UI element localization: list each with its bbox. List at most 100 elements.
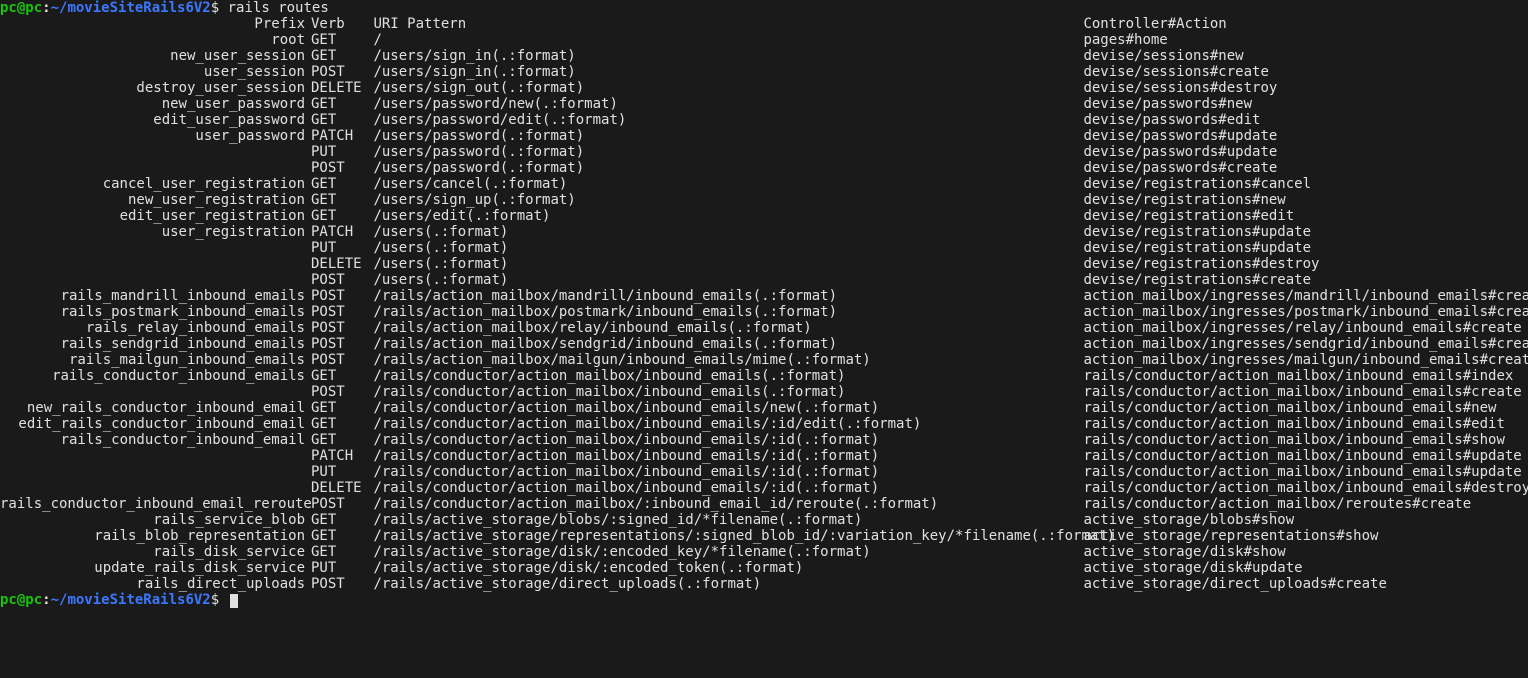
route-pattern: /users/sign_up(.:format) bbox=[373, 192, 1083, 208]
header-verb: Verb bbox=[311, 16, 365, 32]
route-prefix: edit_user_registration bbox=[0, 208, 305, 224]
route-pattern: /users(.:format) bbox=[373, 224, 1083, 240]
route-pattern: /rails/conductor/action_mailbox/inbound_… bbox=[373, 448, 1083, 464]
route-pattern: /rails/conductor/action_mailbox/inbound_… bbox=[373, 464, 1083, 480]
route-prefix: new_user_registration bbox=[0, 192, 305, 208]
route-verb: POST bbox=[311, 336, 365, 352]
prompt-colon: : bbox=[42, 592, 50, 608]
route-verb: GET bbox=[311, 176, 365, 192]
route-prefix: rails_sendgrid_inbound_emails bbox=[0, 336, 305, 352]
route-row: rails_conductor_inbound_email_reroutePOS… bbox=[0, 496, 1528, 512]
route-verb: PUT bbox=[311, 144, 365, 160]
route-action: devise/registrations#cancel bbox=[1083, 176, 1311, 192]
route-verb: POST bbox=[311, 384, 365, 400]
header-prefix: Prefix bbox=[0, 16, 305, 32]
route-prefix: edit_rails_conductor_inbound_email bbox=[0, 416, 305, 432]
route-pattern: /users(.:format) bbox=[373, 256, 1083, 272]
route-prefix: rails_blob_representation bbox=[0, 528, 305, 544]
route-action: active_storage/representations#show bbox=[1083, 528, 1378, 544]
route-verb: GET bbox=[311, 512, 365, 528]
route-row: cancel_user_registrationGET /users/cance… bbox=[0, 176, 1528, 192]
route-action: devise/registrations#edit bbox=[1083, 208, 1294, 224]
route-pattern: /rails/active_storage/disk/:encoded_toke… bbox=[373, 560, 1083, 576]
route-prefix: edit_user_password bbox=[0, 112, 305, 128]
route-verb: GET bbox=[311, 432, 365, 448]
route-row: rails_direct_uploadsPOST /rails/active_s… bbox=[0, 576, 1528, 592]
route-row: edit_user_registrationGET /users/edit(.:… bbox=[0, 208, 1528, 224]
route-prefix: new_user_session bbox=[0, 48, 305, 64]
route-prefix: rails_service_blob bbox=[0, 512, 305, 528]
terminal-window[interactable]: { "prompt": { "user_host": "pc@pc", "pat… bbox=[0, 0, 1528, 608]
route-verb: POST bbox=[311, 496, 365, 512]
route-row: edit_user_password GET /users/password/ed… bbox=[0, 112, 1528, 128]
route-row: rails_blob_representation GET /rails/acti… bbox=[0, 528, 1528, 544]
route-verb: DELETE bbox=[311, 256, 365, 272]
route-verb: POST bbox=[311, 576, 365, 592]
route-row: PUT /users/password(.:format)devise/pass… bbox=[0, 144, 1528, 160]
route-prefix: new_user_password bbox=[0, 96, 305, 112]
route-verb: GET bbox=[311, 528, 365, 544]
route-row: edit_rails_conductor_inbound_emailGET /r… bbox=[0, 416, 1528, 432]
route-prefix: rails_mandrill_inbound_emails bbox=[0, 288, 305, 304]
route-row: rails_service_blobGET /rails/active_stor… bbox=[0, 512, 1528, 528]
route-row: rails_relay_inbound_emailsPOST /rails/ac… bbox=[0, 320, 1528, 336]
route-verb: GET bbox=[311, 112, 365, 128]
route-action: active_storage/disk#show bbox=[1083, 544, 1285, 560]
route-verb: POST bbox=[311, 352, 365, 368]
route-row: new_user_registration GET /users/sign_up(… bbox=[0, 192, 1528, 208]
route-row: update_rails_disk_service PUT /rails/acti… bbox=[0, 560, 1528, 576]
route-prefix: update_rails_disk_service bbox=[0, 560, 305, 576]
route-prefix: destroy_user_session bbox=[0, 80, 305, 96]
route-verb: GET bbox=[311, 48, 365, 64]
route-pattern: /rails/action_mailbox/mailgun/inbound_em… bbox=[373, 352, 1083, 368]
route-pattern: /users/sign_out(.:format) bbox=[373, 80, 1083, 96]
route-row: rails_mandrill_inbound_emails POST /rails… bbox=[0, 288, 1528, 304]
route-verb: PUT bbox=[311, 240, 365, 256]
route-action: devise/sessions#create bbox=[1083, 64, 1268, 80]
route-verb: POST bbox=[311, 304, 365, 320]
route-prefix: user_session bbox=[0, 64, 305, 80]
route-row: new_user_session GET /users/sign_in(.:for… bbox=[0, 48, 1528, 64]
route-pattern: /users/password(.:format) bbox=[373, 128, 1083, 144]
route-pattern: /users/sign_in(.:format) bbox=[373, 48, 1083, 64]
route-pattern: /rails/action_mailbox/sendgrid/inbound_e… bbox=[373, 336, 1083, 352]
cursor bbox=[230, 594, 238, 608]
route-verb: PUT bbox=[311, 560, 365, 576]
route-pattern: /rails/conductor/action_mailbox/inbound_… bbox=[373, 368, 1083, 384]
route-pattern: /users/password/edit(.:format) bbox=[373, 112, 1083, 128]
route-pattern: /rails/active_storage/representations/:s… bbox=[373, 528, 1083, 544]
route-action: devise/passwords#update bbox=[1083, 128, 1277, 144]
route-action: devise/sessions#new bbox=[1083, 48, 1243, 64]
route-pattern: /users/password(.:format) bbox=[373, 160, 1083, 176]
route-verb: GET bbox=[311, 400, 365, 416]
route-pattern: /rails/action_mailbox/mandrill/inbound_e… bbox=[373, 288, 1083, 304]
prompt-dollar: $ bbox=[211, 592, 219, 608]
route-row: new_user_passwordGET /users/password/new… bbox=[0, 96, 1528, 112]
command-line: pc@pc:~/movieSiteRails6V2$ rails routes bbox=[0, 0, 1528, 16]
route-verb: GET bbox=[311, 192, 365, 208]
route-action: pages#home bbox=[1083, 32, 1167, 48]
route-action: active_storage/blobs#show bbox=[1083, 512, 1294, 528]
route-verb: POST bbox=[311, 64, 365, 80]
input-line[interactable]: pc@pc:~/movieSiteRails6V2$ bbox=[0, 592, 1528, 608]
route-action: devise/registrations#update bbox=[1083, 240, 1311, 256]
route-verb: DELETE bbox=[311, 480, 365, 496]
route-pattern: /users(.:format) bbox=[373, 272, 1083, 288]
route-pattern: /rails/conductor/action_mailbox/inbound_… bbox=[373, 400, 1083, 416]
route-action: rails/conductor/action_mailbox/inbound_e… bbox=[1083, 368, 1513, 384]
route-pattern: /users/sign_in(.:format) bbox=[373, 64, 1083, 80]
route-action: devise/registrations#new bbox=[1083, 192, 1285, 208]
route-row: PUT /users(.:format)devise/registrations… bbox=[0, 240, 1528, 256]
route-row: new_rails_conductor_inbound_emailGET /ra… bbox=[0, 400, 1528, 416]
route-verb: POST bbox=[311, 288, 365, 304]
route-prefix: user_registration bbox=[0, 224, 305, 240]
route-action: devise/passwords#create bbox=[1083, 160, 1277, 176]
route-action: rails/conductor/action_mailbox/inbound_e… bbox=[1083, 400, 1496, 416]
route-row: DELETE /users(.:format)devise/registrati… bbox=[0, 256, 1528, 272]
command-text: rails routes bbox=[228, 0, 329, 16]
route-row: user_session POST /users/sign_in(.:format… bbox=[0, 64, 1528, 80]
route-action: rails/conductor/action_mailbox/inbound_e… bbox=[1083, 464, 1521, 480]
route-action: action_mailbox/ingresses/sendgrid/inboun… bbox=[1083, 336, 1528, 352]
route-action: devise/registrations#update bbox=[1083, 224, 1311, 240]
route-action: active_storage/direct_uploads#create bbox=[1083, 576, 1386, 592]
